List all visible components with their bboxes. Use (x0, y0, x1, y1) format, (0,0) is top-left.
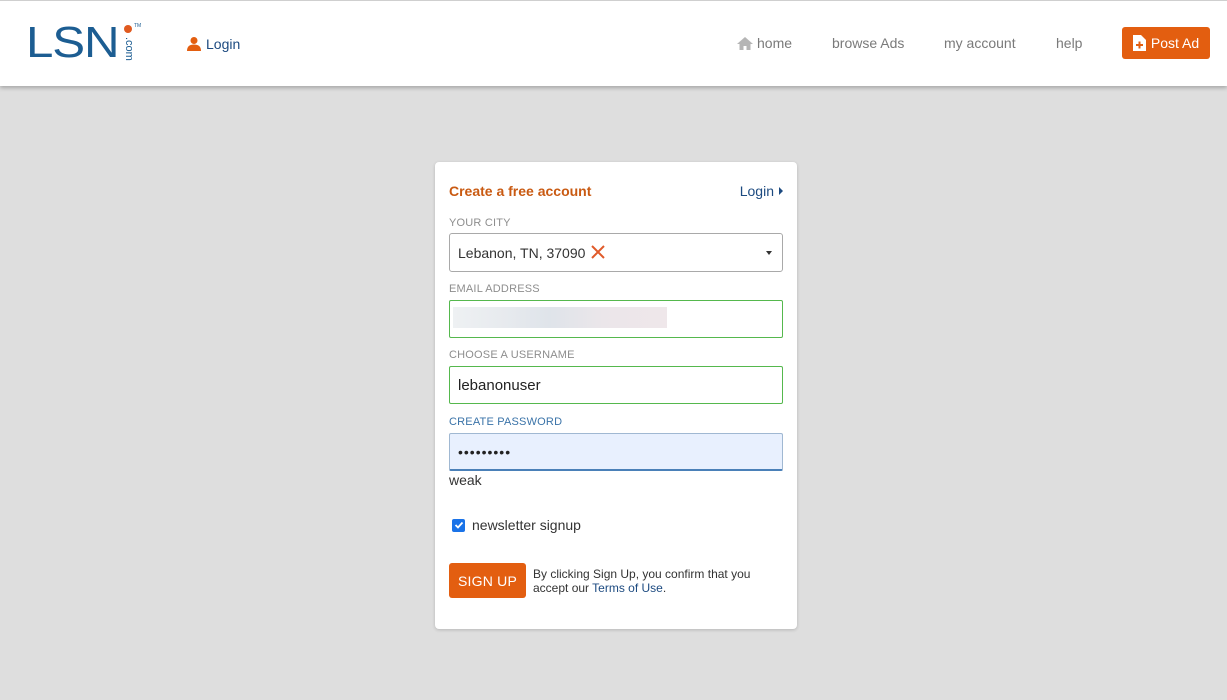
lsn-logo[interactable]: LSN .com TM (26, 21, 146, 65)
city-value: Lebanon, TN, 37090 (458, 245, 586, 261)
dropdown-caret-icon[interactable] (766, 251, 772, 255)
logo-trademark: TM (134, 23, 142, 29)
nav-my-account[interactable]: my account (944, 35, 1016, 51)
post-ad-button[interactable]: Post Ad (1122, 27, 1210, 59)
terms-of-use-link[interactable]: Terms of Use (592, 581, 663, 595)
form-title: Create a free account (449, 183, 592, 199)
terms-notice: By clicking Sign Up, you confirm that yo… (533, 567, 773, 595)
terms-suffix: . (662, 581, 667, 595)
form-login-link[interactable]: Login (740, 183, 783, 199)
username-field[interactable] (449, 366, 783, 404)
header-login-label: Login (206, 36, 241, 52)
user-icon (187, 37, 201, 51)
add-document-icon (1132, 35, 1146, 51)
city-select[interactable]: Lebanon, TN, 37090 (449, 233, 783, 272)
newsletter-label: newsletter signup (472, 517, 581, 533)
password-field[interactable] (449, 433, 783, 471)
logo-dot (124, 25, 132, 33)
header-login-link[interactable]: Login (186, 36, 240, 52)
check-icon (454, 521, 463, 529)
email-redacted-value (453, 307, 667, 328)
password-label: CREATE PASSWORD (449, 416, 563, 428)
signup-card: Create a free account Login YOUR CITY Le… (435, 162, 797, 629)
newsletter-option[interactable]: newsletter signup (452, 517, 581, 533)
password-strength: weak (449, 472, 482, 488)
nav-help[interactable]: help (1056, 35, 1082, 51)
newsletter-checkbox[interactable] (452, 518, 465, 532)
home-icon (737, 36, 753, 50)
city-label: YOUR CITY (449, 217, 511, 229)
caret-right-icon (779, 187, 783, 195)
username-label: CHOOSE A USERNAME (449, 349, 575, 361)
post-ad-label: Post Ad (1150, 35, 1200, 51)
nav-home-label: home (757, 35, 793, 51)
nav-browse-ads[interactable]: browse Ads (832, 35, 904, 51)
logo-text: LSN (26, 18, 120, 67)
clear-x-icon[interactable] (590, 244, 606, 260)
logo-suffix: .com (123, 37, 135, 61)
site-header: LSN .com TM Login home browse Ads my acc… (0, 0, 1227, 86)
form-login-label: Login (739, 183, 774, 199)
email-label: EMAIL ADDRESS (449, 283, 540, 295)
sign-up-button[interactable]: SIGN UP (449, 563, 526, 598)
nav-home[interactable]: home (736, 35, 792, 51)
